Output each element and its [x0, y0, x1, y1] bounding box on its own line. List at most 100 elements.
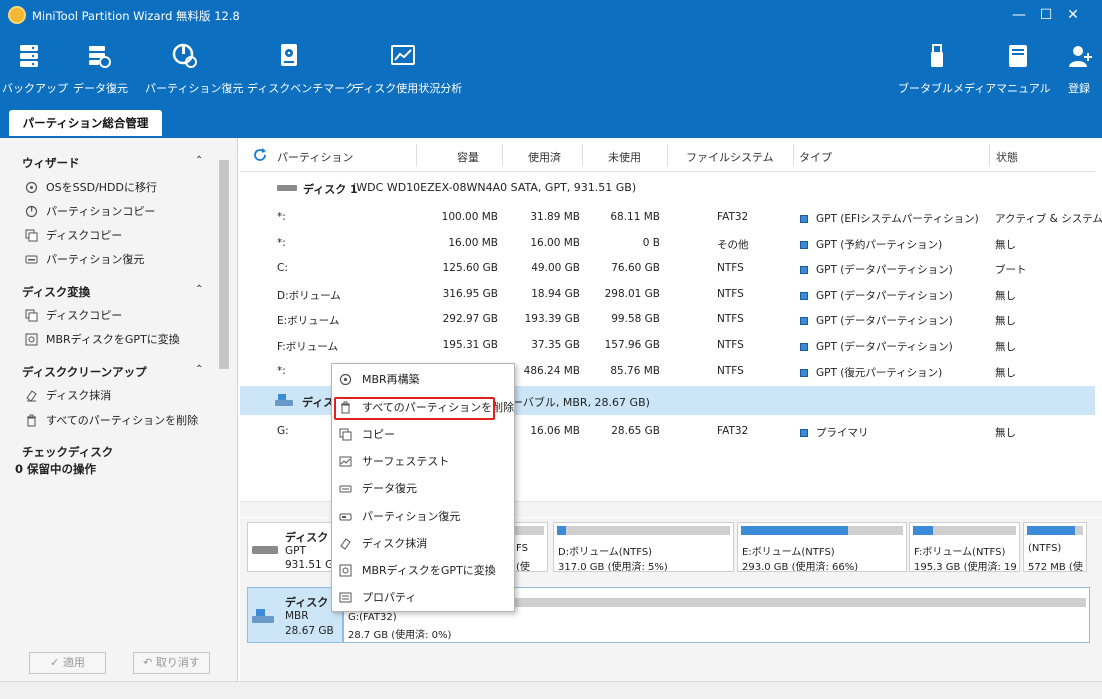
chevron-up-icon[interactable]: ⌃: [195, 155, 203, 166]
table-row[interactable]: E:ボリューム 292.97 GB 193.39 GB 99.58 GB NTFS GPT…: [240, 306, 1095, 332]
partition-name-cell: G:: [277, 425, 289, 437]
sidebar-section-check-disk[interactable]: チェックディスク: [22, 444, 113, 460]
sidebar-item-migrate-os[interactable]: OSをSSD/HDDに移行: [24, 178, 157, 196]
unused-cell: 68.11 MB: [610, 211, 660, 223]
minimize-button[interactable]: —: [1007, 3, 1031, 27]
toolbar-partition-recovery-button[interactable]: パーティション復元: [145, 42, 243, 102]
menu-item-eraser[interactable]: ディスク抹消: [332, 530, 516, 556]
backup-icon: [20, 45, 38, 67]
header: MiniTool Partition Wizard 無料版 12.8 — ☐ ✕…: [0, 0, 1102, 138]
menu-item-rebuild-mbr[interactable]: MBR再構築: [332, 366, 516, 392]
partition-name-cell: C:: [277, 262, 288, 275]
filesystem-cell: FAT32: [717, 425, 749, 437]
maximize-button[interactable]: ☐: [1034, 3, 1058, 27]
sidebar-section-disk-cleanup[interactable]: ディスククリーンアップ: [22, 364, 147, 380]
col-status[interactable]: 状態: [996, 149, 1018, 165]
partition-name-cell: *:: [277, 364, 286, 377]
column-divider: [502, 144, 503, 166]
table-row[interactable]: *: 16.00 MB 16.00 MB 0 B その他 GPT (予約パーティション) 無…: [240, 230, 1095, 256]
partition-name-cell: *:: [277, 236, 286, 249]
menu-item-data-recovery[interactable]: データ復元: [332, 475, 516, 501]
menu-item-copy[interactable]: コピー: [332, 421, 516, 447]
diskmap-partition[interactable]: E:ボリューム(NTFS) 293.0 GB (使用済: 66%): [737, 522, 907, 572]
diskmap-disk1[interactable]: ディスク 1 GPT 931.51 GB: [247, 522, 343, 572]
type-label: GPT (データパーティション): [816, 341, 953, 353]
manual-icon: [1009, 45, 1027, 67]
toolbar-backup-button[interactable]: バックアップ: [2, 42, 68, 102]
refresh-icon[interactable]: [253, 148, 267, 162]
undo-button[interactable]: ↶ 取り消す: [133, 652, 210, 674]
pending-operations: 0 保留中の操作: [15, 462, 97, 476]
chevron-up-icon[interactable]: ⌃: [195, 284, 203, 295]
sidebar-item-disk-copy-2[interactable]: ディスクコピー: [24, 306, 122, 324]
sidebar-item-partition-copy[interactable]: パーティションコピー: [24, 202, 155, 220]
toolbar-disk-usage-analysis-button[interactable]: ディスク使用状況分析: [353, 42, 462, 102]
diskmap-partition[interactable]: FS (使: [511, 522, 548, 572]
toolbar-bootable-media-button[interactable]: ブータブルメディア: [898, 42, 996, 102]
partition-name-cell: F:ボリューム: [277, 341, 338, 353]
disk-row[interactable]: ディスク 1 (WDC WD10EZEX-08WN4A0 SATA, GPT, …: [240, 174, 1095, 200]
sidebar-scrollbar[interactable]: [218, 154, 230, 469]
diskmap-disk2[interactable]: ディスク 2 MBR 28.67 GB: [247, 587, 343, 643]
chevron-up-icon[interactable]: ⌃: [195, 364, 203, 375]
menu-item-convert[interactable]: MBRディスクをGPTに変換: [332, 557, 516, 583]
toolbar-data-recovery-button[interactable]: データ復元: [73, 42, 128, 102]
usb-disk-icon: [252, 609, 274, 623]
bootable-media-icon: [931, 44, 943, 67]
menu-item-surface-test[interactable]: サーフェステスト: [332, 448, 516, 474]
title-bar: MiniTool Partition Wizard 無料版 12.8 — ☐ ✕: [0, 0, 1102, 30]
partition-color-swatch: [800, 317, 808, 326]
toolbar-disk-benchmark-button[interactable]: ディスクベンチマーク: [247, 42, 356, 102]
partition-size: 28.7 GB (使用済: 0%): [348, 630, 452, 641]
column-divider: [582, 144, 583, 166]
table-row[interactable]: F:ボリューム 195.31 GB 37.35 GB 157.96 GB NTFS GPT…: [240, 332, 1095, 358]
used-cell: 16.06 MB: [530, 425, 580, 437]
partition-size: 293.0 GB (使用済: 66%): [742, 562, 859, 572]
table-row[interactable]: D:ボリューム 316.95 GB 18.94 GB 298.01 GB NTFS GPT…: [240, 281, 1095, 307]
copy-icon: [24, 308, 38, 322]
col-filesystem[interactable]: ファイルシステム: [686, 149, 774, 165]
sidebar-item-disk-copy[interactable]: ディスクコピー: [24, 226, 122, 244]
partition-color-swatch: [800, 291, 808, 300]
table-row[interactable]: C: 125.60 GB 49.00 GB 76.60 GB NTFS GPT (データパ…: [240, 255, 1095, 281]
col-type[interactable]: タイプ: [799, 149, 832, 165]
diskmap-partition[interactable]: (NTFS) 572 MB (使: [1023, 522, 1087, 572]
partition-color-swatch: [800, 240, 808, 249]
sidebar-item-partition-recovery[interactable]: パーティション復元: [24, 250, 144, 268]
toolbar-label: マニュアル: [996, 82, 1051, 95]
toolbar-label: バックアップ: [2, 82, 68, 95]
menu-item-properties[interactable]: プロパティ: [332, 584, 516, 610]
sidebar-item-label: ディスクコピー: [46, 309, 123, 322]
status-cell: 無し: [995, 366, 1016, 379]
diskmap-partition[interactable]: F:ボリューム(NTFS) 195.3 GB (使用済: 19: [909, 522, 1020, 572]
copy-icon: [24, 228, 38, 242]
sidebar-section-disk-convert[interactable]: ディスク変換: [22, 284, 90, 300]
filesystem-cell: NTFS: [717, 262, 744, 275]
col-capacity[interactable]: 容量: [457, 149, 479, 165]
sidebar-item-mbr-to-gpt[interactable]: MBRディスクをGPTに変換: [24, 330, 180, 348]
menu-item-partition-recovery[interactable]: パーティション復元: [332, 503, 516, 529]
usage-bar: [557, 526, 730, 535]
sidebar-item-delete-all-partitions[interactable]: すべてのパーティションを削除: [24, 411, 198, 429]
table-row[interactable]: *: 100.00 MB 31.89 MB 68.11 MB FAT32 GPT (EFI…: [240, 204, 1102, 230]
sidebar-section-wizard[interactable]: ウィザード: [22, 155, 80, 171]
sidebar-item-wipe-disk[interactable]: ディスク抹消: [24, 386, 111, 404]
scrollbar-thumb[interactable]: [219, 160, 229, 369]
diskmap-disk-type: GPT: [285, 545, 306, 557]
close-button[interactable]: ✕: [1061, 3, 1085, 27]
type-label: GPT (予約パーティション): [816, 238, 943, 251]
col-partition[interactable]: パーティション: [277, 149, 353, 165]
toolbar-label: ディスクベンチマーク: [247, 82, 357, 95]
capacity-cell: 125.60 GB: [442, 262, 498, 275]
col-used[interactable]: 使用済: [528, 149, 561, 165]
col-unused[interactable]: 未使用: [608, 149, 641, 165]
apply-button[interactable]: ✓ 適用: [29, 652, 106, 674]
partition-recovery-icon: [172, 43, 197, 68]
toolbar-register-button[interactable]: 登録: [1064, 42, 1094, 102]
used-cell: 31.89 MB: [530, 211, 580, 223]
tab-partition-management[interactable]: パーティション総合管理: [9, 110, 162, 136]
toolbar-manual-button[interactable]: マニュアル: [996, 42, 1051, 102]
type-label: プライマリ: [816, 427, 869, 439]
diskmap-partition[interactable]: D:ボリューム(NTFS) 317.0 GB (使用済: 5%): [553, 522, 734, 572]
used-cell: 193.39 GB: [524, 313, 580, 326]
